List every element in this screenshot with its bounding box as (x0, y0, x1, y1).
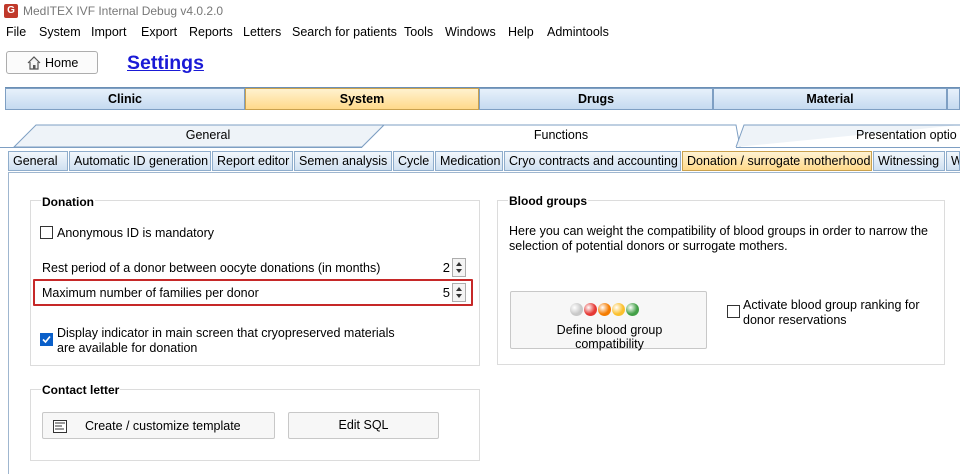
rest-period-label: Rest period of a donor between oocyte do… (42, 261, 381, 275)
compatibility-dots-icon (570, 303, 650, 317)
max-families-value[interactable]: 5 (443, 285, 450, 300)
title-bar: G MedITEX IVF Internal Debug v4.0.2.0 (0, 0, 960, 22)
function-tab-strip: General Functions Presentation optio (0, 124, 960, 148)
menu-reports[interactable]: Reports (189, 25, 233, 39)
blood-group-ranking-checkbox[interactable] (727, 305, 740, 318)
edit-sql-button[interactable]: Edit SQL (288, 412, 439, 439)
subtab-donation-surrogate-motherhood[interactable]: Donation / surrogate motherhood (682, 151, 872, 171)
subtab-cycle[interactable]: Cycle (393, 151, 434, 171)
subtab-cryo-contracts-and-accounting[interactable]: Cryo contracts and accounting (504, 151, 681, 171)
home-button[interactable]: Home (6, 51, 98, 74)
subtab-witnessing[interactable]: Witnessing (873, 151, 945, 171)
menu-windows[interactable]: Windows (445, 25, 496, 39)
page-title[interactable]: Settings (127, 52, 204, 75)
blood-group-ranking-label-line2: donor reservations (743, 313, 847, 327)
decrement-arrow-icon[interactable] (456, 294, 462, 298)
home-label: Home (45, 56, 79, 70)
create-template-button[interactable]: Create / customize template (42, 412, 275, 439)
create-template-label: Create / customize template (85, 419, 241, 433)
tab-general[interactable]: General (36, 124, 380, 146)
rest-period-stepper[interactable]: 2 (414, 258, 466, 277)
define-blood-group-compatibility-button[interactable]: Define blood group compatibility (510, 291, 707, 351)
menu-admintools[interactable]: Admintools (547, 25, 609, 39)
tab-functions[interactable]: Functions (386, 124, 736, 146)
menu-search-for-patients[interactable]: Search for patients (292, 25, 397, 39)
main-tab-strip: Clinic System Drugs Material (5, 87, 960, 112)
max-families-stepper[interactable]: 5 (414, 283, 466, 302)
grey-dot-icon (570, 303, 583, 316)
subtab-automatic-id-generation[interactable]: Automatic ID generation (69, 151, 211, 171)
tab-clinic[interactable]: Clinic (5, 88, 245, 110)
rest-period-spin-buttons[interactable] (452, 258, 466, 277)
settings-subtab-strip: General Automatic ID generation Report e… (8, 151, 960, 173)
define-blood-group-label: Define blood group compatibility (556, 323, 663, 351)
tab-overflow[interactable] (947, 88, 960, 110)
tab-material[interactable]: Material (713, 88, 947, 110)
subtab-medication[interactable]: Medication (435, 151, 503, 171)
yellow-dot-icon (612, 303, 625, 316)
anonymous-id-label: Anonymous ID is mandatory (57, 226, 215, 240)
menu-export[interactable]: Export (141, 25, 177, 39)
orange-dot-icon (598, 303, 611, 316)
green-dot-icon (626, 303, 639, 316)
menu-tools[interactable]: Tools (404, 25, 433, 39)
display-indicator-checkbox[interactable] (40, 333, 53, 346)
template-icon (53, 420, 67, 433)
menu-help[interactable]: Help (508, 25, 534, 39)
menu-system[interactable]: System (39, 25, 81, 39)
increment-arrow-icon[interactable] (456, 287, 462, 291)
menu-import[interactable]: Import (91, 25, 126, 39)
tab-presentation-options[interactable]: Presentation optio (856, 124, 960, 146)
menu-bar: File System Import Export Reports Letter… (0, 22, 960, 43)
checkmark-icon (42, 335, 51, 344)
increment-arrow-icon[interactable] (456, 262, 462, 266)
tab-system[interactable]: System (245, 88, 479, 110)
donation-title: Donation (41, 195, 95, 209)
blood-groups-description-line2: selection of potential donors or surroga… (509, 239, 788, 253)
rest-period-value[interactable]: 2 (443, 260, 450, 275)
max-families-spin-buttons[interactable] (452, 283, 466, 302)
subtab-general[interactable]: General (8, 151, 68, 171)
subtab-overflow[interactable]: W (946, 151, 960, 171)
max-families-label: Maximum number of families per donor (42, 286, 259, 300)
blood-group-ranking-label-line1: Activate blood group ranking for (743, 298, 920, 312)
app-logo-icon: G (4, 4, 18, 18)
blood-groups-title: Blood groups (508, 194, 588, 208)
home-icon (27, 56, 41, 70)
menu-file[interactable]: File (6, 25, 26, 39)
anonymous-id-checkbox[interactable] (40, 226, 53, 239)
display-indicator-label-line1: Display indicator in main screen that cr… (57, 326, 395, 340)
window-title: MedITEX IVF Internal Debug v4.0.2.0 (23, 4, 224, 18)
subtab-report-editor[interactable]: Report editor (212, 151, 293, 171)
tab-drugs[interactable]: Drugs (479, 88, 713, 110)
contact-letter-title: Contact letter (41, 383, 121, 397)
decrement-arrow-icon[interactable] (456, 269, 462, 273)
menu-letters[interactable]: Letters (243, 25, 281, 39)
subtab-semen-analysis[interactable]: Semen analysis (294, 151, 392, 171)
red-dot-icon (584, 303, 597, 316)
blood-groups-description-line1: Here you can weight the compatibility of… (509, 224, 928, 238)
display-indicator-label-line2: are available for donation (57, 341, 198, 355)
